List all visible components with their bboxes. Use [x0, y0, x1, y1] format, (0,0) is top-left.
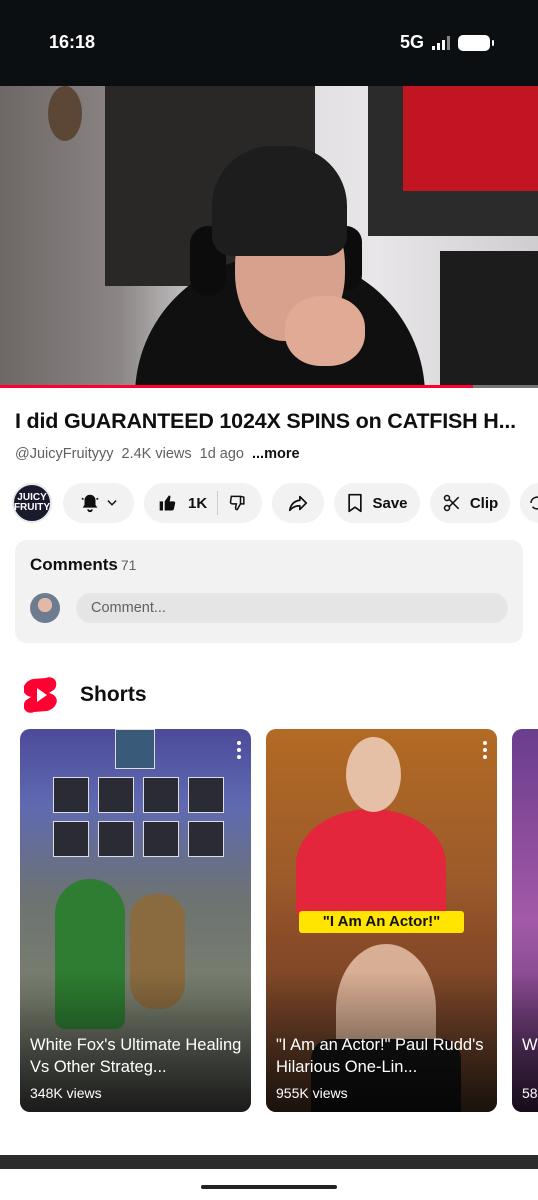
- video-player[interactable]: [0, 86, 538, 388]
- share-icon: [287, 492, 309, 514]
- remix-icon: [528, 494, 538, 512]
- channel-handle[interactable]: @JuicyFruityyy: [15, 446, 114, 462]
- video-metadata[interactable]: @JuicyFruityyy 2.4K views 1d ago ...more: [15, 446, 300, 462]
- video-frame-wall-clock: [48, 86, 82, 141]
- short-thumbnail-caption: "I Am An Actor!": [299, 911, 464, 933]
- signal-icon: [432, 35, 450, 50]
- short-title: "I Am an Actor!" Paul Rudd's Hilarious O…: [276, 1036, 484, 1076]
- shorts-logo-icon: [24, 676, 58, 714]
- video-frame-chair: [440, 251, 538, 388]
- more-options-icon[interactable]: [483, 741, 487, 759]
- save-button[interactable]: Save: [334, 483, 420, 523]
- video-frame-red-poster: [403, 86, 538, 191]
- thumbs-up-icon: [158, 493, 178, 513]
- status-bar: 16:18 5G: [0, 0, 538, 86]
- more-button[interactable]: ...more: [252, 446, 300, 462]
- chevron-down-icon: [105, 496, 119, 510]
- user-avatar: [30, 593, 60, 623]
- view-count: 2.4K views: [121, 446, 192, 462]
- save-label: Save: [372, 494, 408, 512]
- video-title[interactable]: I did GUARANTEED 1024X SPINS on CATFISH …: [15, 409, 523, 434]
- comments-title: Comments: [30, 555, 118, 574]
- short-title: W... Th...: [522, 1036, 538, 1054]
- battery-icon: [458, 34, 494, 51]
- comments-card[interactable]: Comments 71 Comment...: [15, 540, 523, 643]
- dislike-button[interactable]: [228, 493, 248, 513]
- shorts-title: Shorts: [80, 683, 147, 706]
- upload-age: 1d ago: [199, 446, 244, 462]
- short-thumbnail-art: [115, 729, 155, 769]
- short-thumbnail-art: [53, 777, 224, 857]
- like-divider: [217, 491, 219, 515]
- short-card[interactable]: W... Th... 58: [512, 729, 538, 1112]
- short-card[interactable]: White Fox's Ultimate Healing Vs Other St…: [20, 729, 251, 1112]
- video-details-sheet: I did GUARANTEED 1024X SPINS on CATFISH …: [0, 388, 538, 1200]
- action-row: JUICY FRUITY 1K Save Clip: [12, 481, 538, 525]
- channel-avatar[interactable]: JUICY FRUITY: [12, 483, 52, 523]
- network-type: 5G: [399, 32, 424, 52]
- more-options-icon[interactable]: [237, 741, 241, 759]
- bookmark-icon: [346, 493, 364, 513]
- next-video-thumbnail[interactable]: [0, 1155, 538, 1169]
- comments-count: 71: [120, 557, 137, 573]
- short-views: 955K views: [276, 1085, 348, 1101]
- short-views: 58: [522, 1085, 538, 1101]
- short-card[interactable]: "I Am An Actor!" "I Am an Actor!" Paul R…: [266, 729, 497, 1112]
- share-button[interactable]: [272, 483, 324, 523]
- video-frame-hand: [285, 296, 365, 366]
- comments-header: Comments 71: [30, 555, 136, 575]
- video-frame-beanie: [212, 146, 347, 256]
- like-button[interactable]: 1K: [158, 493, 207, 513]
- shorts-section-header: Shorts: [24, 676, 147, 714]
- thumbs-down-icon: [229, 495, 245, 511]
- bell-icon: [79, 492, 101, 514]
- like-count: 1K: [188, 494, 208, 512]
- short-views: 348K views: [30, 1085, 102, 1101]
- short-thumbnail-art: [296, 809, 446, 919]
- gesture-nav-handle: [201, 1185, 337, 1189]
- status-indicators: 5G: [399, 32, 494, 53]
- clip-button[interactable]: Clip: [430, 483, 510, 523]
- remix-button[interactable]: [520, 483, 538, 523]
- clip-label: Clip: [469, 494, 499, 512]
- status-time: 16:18: [49, 32, 96, 52]
- scissors-icon: [442, 493, 462, 513]
- short-title: White Fox's Ultimate Healing Vs Other St…: [30, 1036, 242, 1076]
- comment-input[interactable]: Comment...: [76, 593, 508, 623]
- like-dislike-group: 1K: [144, 483, 262, 523]
- notifications-button[interactable]: [63, 483, 134, 523]
- short-thumbnail-art: [346, 737, 401, 812]
